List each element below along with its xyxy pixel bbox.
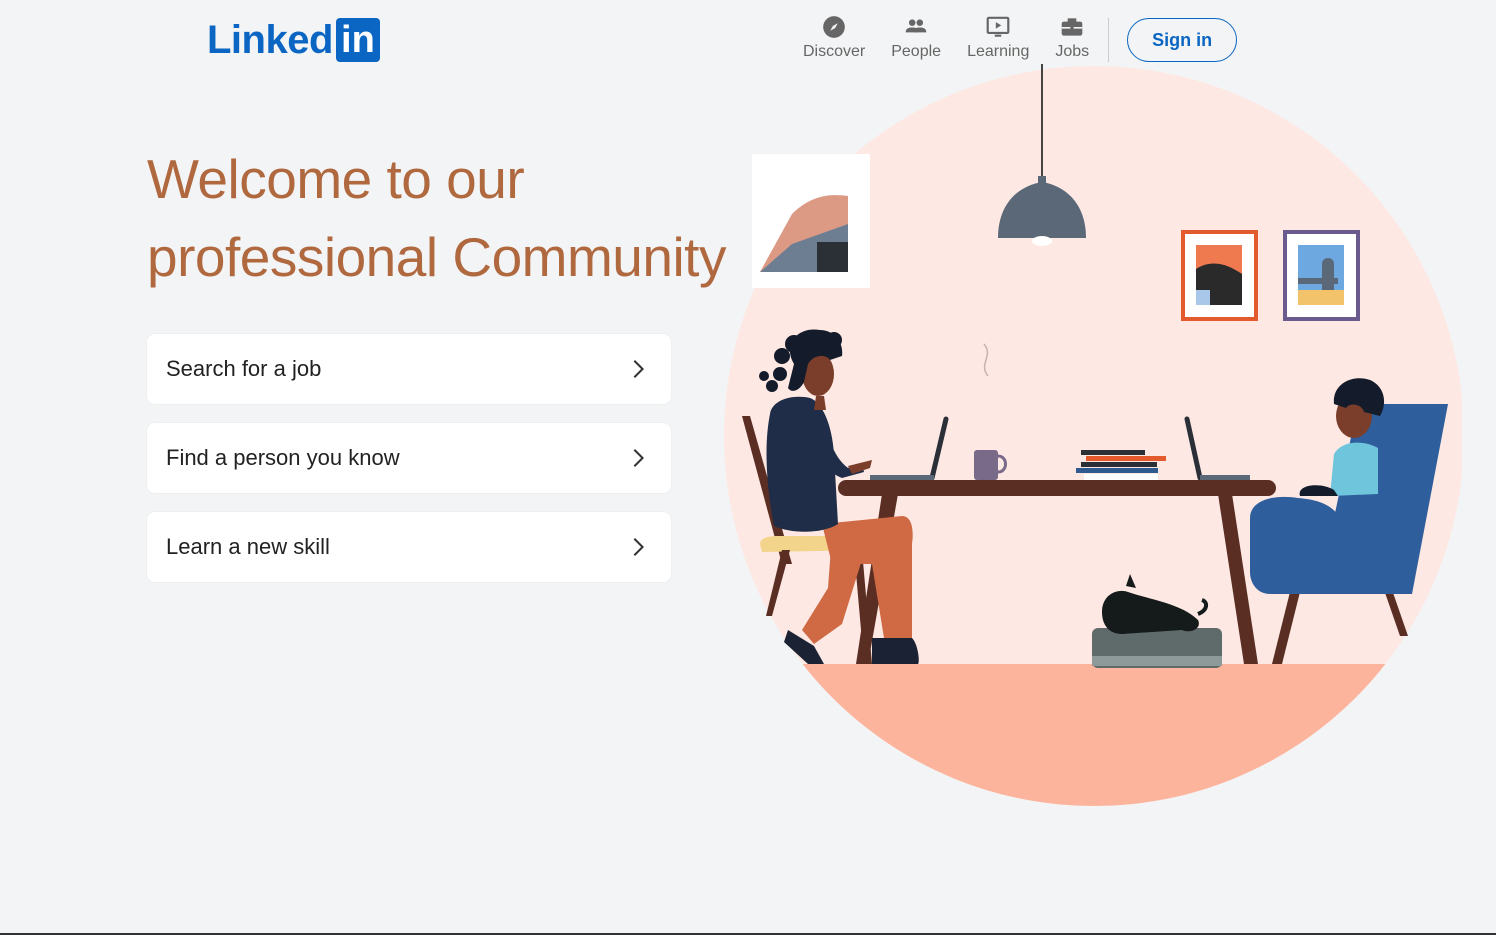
chevron-right-icon (633, 360, 645, 378)
compass-icon (823, 16, 845, 38)
nav-item-jobs[interactable]: Jobs (1042, 14, 1102, 70)
action-find-person[interactable]: Find a person you know (147, 423, 671, 493)
sign-in-button[interactable]: Sign in (1127, 18, 1238, 62)
play-screen-icon (986, 16, 1010, 37)
logo-in-box: in (335, 18, 380, 62)
framed-picture-left (752, 154, 870, 288)
chevron-right-icon (633, 538, 645, 556)
nav-label: People (891, 43, 942, 60)
action-list: Search for a job Find a person you know … (147, 334, 671, 601)
nav-label: Jobs (1055, 43, 1090, 60)
people-icon (905, 19, 927, 33)
action-label: Find a person you know (166, 445, 400, 470)
nav-label: Discover (803, 43, 866, 60)
briefcase-icon (1061, 18, 1083, 36)
hero-title: Welcome to our professional Community (147, 148, 726, 288)
hero-illustration (724, 64, 1462, 806)
nav-divider (1108, 18, 1110, 62)
nav-label: Learning (967, 43, 1030, 60)
nav-item-people[interactable]: People (878, 14, 954, 70)
logo-wordmark: Linked (207, 18, 333, 62)
linkedin-logo[interactable]: Linked in (207, 17, 380, 63)
chevron-right-icon (633, 449, 645, 467)
framed-picture-purple (1283, 230, 1360, 321)
top-nav: Discover People Learning Jobs Sign in (790, 14, 1238, 70)
page: Linked in Discover People Learning Jobs … (0, 0, 1496, 935)
nav-item-discover[interactable]: Discover (790, 14, 878, 70)
action-label: Learn a new skill (166, 534, 330, 559)
action-search-job[interactable]: Search for a job (147, 334, 671, 404)
action-learn-skill[interactable]: Learn a new skill (147, 512, 671, 582)
nav-item-learning[interactable]: Learning (954, 14, 1042, 70)
framed-picture-orange (1181, 230, 1258, 321)
action-label: Search for a job (166, 356, 322, 381)
